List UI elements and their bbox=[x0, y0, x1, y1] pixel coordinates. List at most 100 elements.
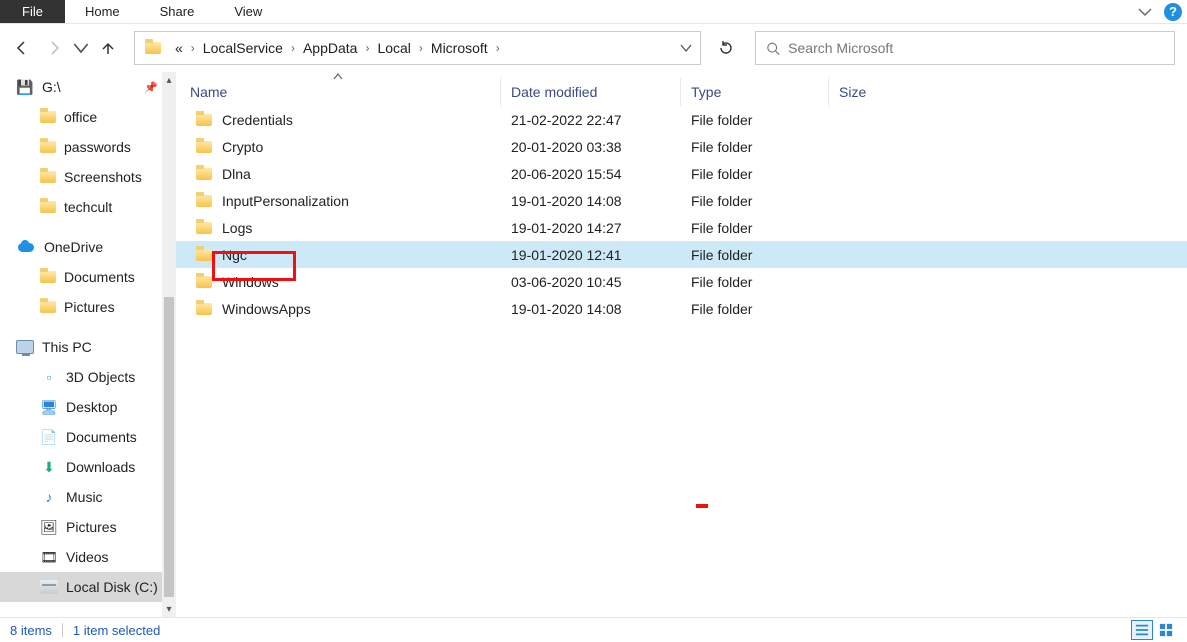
tree-item-onedrive[interactable]: OneDrive bbox=[0, 232, 176, 262]
column-header-date[interactable]: Date modified bbox=[501, 77, 681, 107]
tree-item[interactable]: 📄Documents bbox=[0, 422, 176, 452]
file-date: 19-01-2020 14:08 bbox=[501, 193, 681, 209]
search-input[interactable] bbox=[788, 40, 1164, 56]
column-label: Type bbox=[691, 84, 721, 100]
file-row[interactable]: WindowsApps19-01-2020 14:08File folder bbox=[176, 295, 1187, 322]
search-icon bbox=[766, 41, 780, 56]
scroll-down-icon[interactable]: ▾ bbox=[162, 601, 176, 617]
back-button[interactable] bbox=[8, 34, 36, 62]
file-name: Windows bbox=[222, 274, 279, 290]
tree-label: Documents bbox=[66, 429, 137, 445]
tree-item[interactable]: ▫3D Objects bbox=[0, 362, 176, 392]
folder-icon bbox=[196, 195, 212, 207]
chevron-right-icon[interactable]: › bbox=[189, 41, 197, 55]
file-row[interactable]: Windows 03-06-2020 10:45File folder bbox=[176, 268, 1187, 295]
folder-icon bbox=[141, 42, 165, 54]
status-item-count: 8 items bbox=[10, 623, 52, 638]
tree-label: Pictures bbox=[66, 519, 117, 535]
breadcrumb-item[interactable]: LocalService bbox=[197, 40, 289, 56]
file-row[interactable]: Dlna20-06-2020 15:54File folder bbox=[176, 160, 1187, 187]
view-icons-button[interactable] bbox=[1155, 620, 1177, 640]
chevron-right-icon[interactable]: › bbox=[494, 41, 502, 55]
column-label: Size bbox=[839, 84, 866, 100]
tree-item[interactable]: office bbox=[0, 102, 176, 132]
tree-item[interactable]: passwords bbox=[0, 132, 176, 162]
file-date: 19-01-2020 14:08 bbox=[501, 301, 681, 317]
file-name: Crypto bbox=[222, 139, 263, 155]
breadcrumb-overflow[interactable]: « bbox=[169, 40, 189, 56]
address-dropdown-icon[interactable] bbox=[672, 42, 700, 54]
tree-item-drive[interactable]: 💾 G:\ 📌 bbox=[0, 72, 176, 102]
tab-home[interactable]: Home bbox=[65, 0, 140, 23]
tree-item[interactable]: Documents bbox=[0, 262, 176, 292]
tree-label: Downloads bbox=[66, 459, 135, 475]
file-row[interactable]: Logs 19-01-2020 14:27File folder bbox=[176, 214, 1187, 241]
videos-icon: 🎞 bbox=[40, 548, 58, 566]
file-row[interactable]: Ngc19-01-2020 12:41File folder bbox=[176, 241, 1187, 268]
folder-icon bbox=[40, 271, 56, 283]
folder-icon bbox=[196, 114, 212, 126]
view-details-button[interactable] bbox=[1131, 620, 1153, 640]
tree-item[interactable]: 🖼Pictures bbox=[0, 512, 176, 542]
tree-label: office bbox=[64, 109, 97, 125]
navigation-tree: 💾 G:\ 📌 office passwords Screenshots tec… bbox=[0, 72, 176, 617]
column-header-name[interactable]: Name bbox=[176, 77, 501, 107]
search-box[interactable] bbox=[755, 31, 1175, 65]
file-type: File folder bbox=[681, 247, 829, 263]
forward-button[interactable] bbox=[40, 34, 68, 62]
up-button[interactable] bbox=[94, 34, 122, 62]
file-date: 03-06-2020 10:45 bbox=[501, 274, 681, 290]
file-name: Logs bbox=[222, 220, 252, 236]
file-type: File folder bbox=[681, 220, 829, 236]
column-header-type[interactable]: Type bbox=[681, 77, 829, 107]
tree-item[interactable]: 🖥Desktop bbox=[0, 392, 176, 422]
tree-item[interactable]: ♪Music bbox=[0, 482, 176, 512]
tree-item[interactable]: techcult bbox=[0, 192, 176, 222]
folder-icon bbox=[40, 111, 56, 123]
tree-item[interactable]: Screenshots bbox=[0, 162, 176, 192]
breadcrumb-item[interactable]: Microsoft bbox=[425, 40, 494, 56]
tree-item-thispc[interactable]: This PC bbox=[0, 332, 176, 362]
file-date: 21-02-2022 22:47 bbox=[501, 112, 681, 128]
tab-file[interactable]: File bbox=[0, 0, 65, 23]
tree-label: This PC bbox=[42, 339, 92, 355]
breadcrumb-item[interactable]: Local bbox=[371, 40, 416, 56]
folder-icon bbox=[196, 276, 212, 288]
file-row[interactable]: Crypto20-01-2020 03:38File folder bbox=[176, 133, 1187, 160]
tab-view[interactable]: View bbox=[214, 0, 282, 23]
tree-item[interactable]: ⬇Downloads bbox=[0, 452, 176, 482]
help-button[interactable]: ? bbox=[1159, 0, 1187, 23]
file-date: 20-01-2020 03:38 bbox=[501, 139, 681, 155]
tree-item[interactable]: Pictures bbox=[0, 292, 176, 322]
main: 💾 G:\ 📌 office passwords Screenshots tec… bbox=[0, 72, 1187, 617]
tree-label: Music bbox=[66, 489, 103, 505]
column-header-size[interactable]: Size bbox=[829, 77, 929, 107]
tree-item-localdisk[interactable]: Local Disk (C:) bbox=[0, 572, 176, 602]
tree-scrollbar[interactable]: ▴ ▾ bbox=[162, 72, 176, 617]
tree-item[interactable]: 🎞Videos bbox=[0, 542, 176, 572]
file-name: Credentials bbox=[222, 112, 293, 128]
tree-label: techcult bbox=[64, 199, 112, 215]
refresh-button[interactable] bbox=[709, 31, 743, 65]
ribbon-collapse-icon[interactable] bbox=[1131, 0, 1159, 23]
status-selected-count: 1 item selected bbox=[73, 623, 160, 638]
chevron-right-icon[interactable]: › bbox=[289, 41, 297, 55]
scroll-thumb[interactable] bbox=[164, 297, 174, 597]
recent-dropdown-icon[interactable] bbox=[72, 34, 90, 62]
file-date: 19-01-2020 14:27 bbox=[501, 220, 681, 236]
chevron-right-icon[interactable]: › bbox=[363, 41, 371, 55]
folder-icon bbox=[40, 141, 56, 153]
scroll-up-icon[interactable]: ▴ bbox=[162, 72, 176, 88]
address-bar[interactable]: « › LocalService › AppData › Local › Mic… bbox=[134, 31, 701, 65]
help-icon: ? bbox=[1164, 3, 1182, 21]
file-row[interactable]: InputPersonalization19-01-2020 14:08File… bbox=[176, 187, 1187, 214]
onedrive-icon bbox=[16, 240, 36, 254]
file-type: File folder bbox=[681, 301, 829, 317]
tab-share[interactable]: Share bbox=[140, 0, 215, 23]
breadcrumb-item[interactable]: AppData bbox=[297, 40, 363, 56]
chevron-right-icon[interactable]: › bbox=[417, 41, 425, 55]
file-row[interactable]: Credentials21-02-2022 22:47File folder bbox=[176, 106, 1187, 133]
file-type: File folder bbox=[681, 274, 829, 290]
tree-label: Desktop bbox=[66, 399, 117, 415]
file-name: Dlna bbox=[222, 166, 251, 182]
